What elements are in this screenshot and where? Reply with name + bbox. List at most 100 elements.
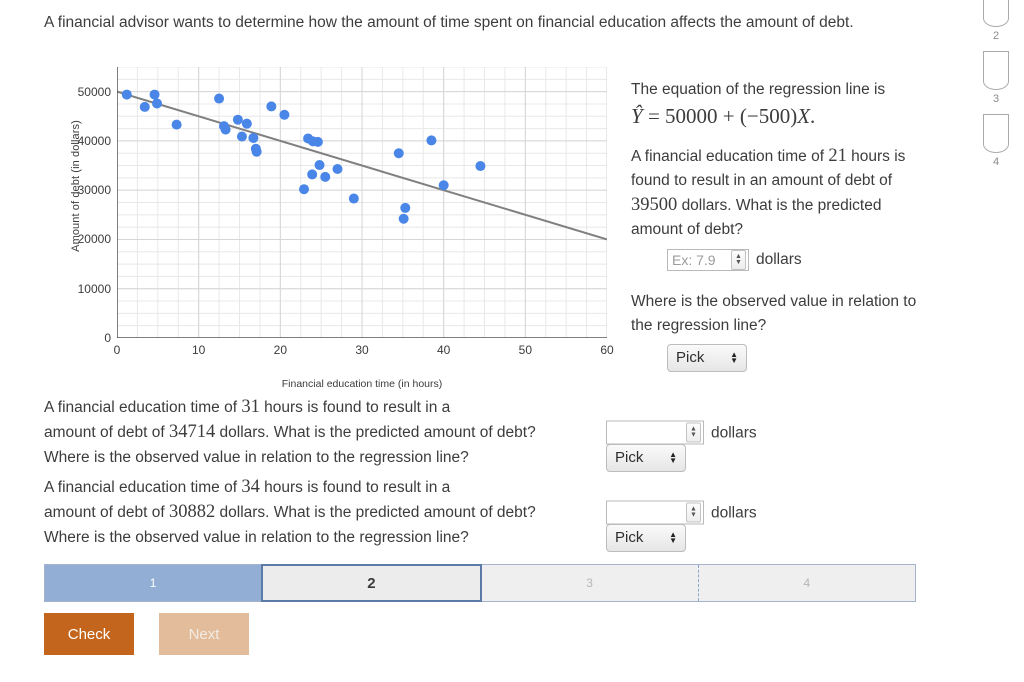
y-tick-label: 40000 [77,133,111,148]
rail-item-4[interactable]: 4 [974,114,1018,168]
data-point [426,135,437,146]
question-3-block: A financial education time of 34 hours i… [44,475,924,552]
question-1-text: A financial education time of 21 hours i… [631,144,931,242]
data-point [314,160,325,171]
data-point [299,184,310,195]
data-point [121,89,132,100]
q2-prefix: A financial education time of [44,399,238,416]
q2-line-2: amount of debt of 34714 dollars. What is… [44,420,924,445]
q3-hours: 34 [241,477,260,497]
y-tick-label: 30000 [77,183,111,198]
plot-svg [117,67,607,338]
progress-segment-2[interactable]: 2 [261,564,482,602]
rail-item-2[interactable]: 2 [974,0,1018,42]
shield-icon [982,51,1010,90]
right-question-panel: The equation of the regression line is Ŷ… [631,78,931,372]
relation-pick-label-2: Pick [615,449,644,466]
regression-equation: Ŷ = 50000 + (−500)X. [631,104,931,128]
scatter-chart: Amount of debt (in dollars) Financial ed… [44,60,614,390]
x-tick-label: 10 [191,343,206,357]
progress-segment-4[interactable]: 4 [697,565,915,601]
data-point [149,89,160,100]
shield-icon [982,0,1010,27]
spinner-icon[interactable]: ▲ ▼ [731,250,746,270]
x-tick-label: 0 [113,343,121,357]
equation-period: . [810,104,816,128]
predicted-debt-input-2[interactable]: ▲ ▼ [606,420,704,445]
q3-line1-suffix: hours is found to result in a [264,479,451,496]
unit-label-2: dollars [711,424,757,441]
progress-segment-1[interactable]: 1 [45,565,262,601]
chevron-updown-icon: ▲ ▼ [669,449,677,465]
progress-bar: 1234 [44,564,916,602]
y-tick-label: 50000 [77,84,111,99]
data-point [171,119,182,130]
action-buttons: Check Next [44,613,249,655]
plot-area: 0 10000 20000 30000 40000 50000 0 10 20 30 40 50 60 [78,67,614,357]
q2-line1-suffix: hours is found to result in a [264,399,451,416]
q3-line2-prefix: amount of debt of [44,504,165,521]
q2-line-1: A financial education time of 31 hours i… [44,395,924,420]
relation-pick-row-1: Pick ▲ ▼ [667,344,931,372]
data-point [248,132,259,143]
q2-relation-question: Where is the observed value in relation … [44,449,469,466]
x-tick-label: 20 [273,343,288,357]
relation-question-1: Where is the observed value in relation … [631,293,917,334]
q3-prefix: A financial education time of [44,479,238,496]
q3-line-1: A financial education time of 34 hours i… [44,475,924,500]
question-2-block: A financial education time of 31 hours i… [44,395,924,472]
relation-pick-select-2[interactable]: Pick ▲ ▼ [606,443,686,472]
q3-line-3: Where is the observed value in relation … [44,523,924,552]
x-axis-title: Financial education time (in hours) [281,378,443,390]
predicted-debt-input-3[interactable]: ▲ ▼ [606,500,704,525]
q3-debt: 30882 [168,502,216,522]
spinner-icon[interactable]: ▲ ▼ [686,502,701,523]
data-point [251,146,262,157]
rail-item-3[interactable]: 3 [974,51,1018,105]
relation-pick-select-1[interactable]: Pick ▲ ▼ [667,344,747,372]
x-tick-label: 30 [355,343,369,357]
data-point [348,193,359,204]
predicted-debt-input-1[interactable]: Ex: 7.9 ▲ ▼ [667,249,749,271]
q3-line-2: amount of debt of 30882 dollars. What is… [44,500,924,525]
q2-line-3: Where is the observed value in relation … [44,443,924,472]
unit-label-1: dollars [756,251,802,268]
shield-icon [982,114,1010,153]
spinner-icon[interactable]: ▲ ▼ [686,422,701,443]
y-tick-label: 0 [104,331,111,345]
relation-pick-label-3: Pick [615,529,644,546]
q1-debt: 39500 [631,195,678,215]
question-rail: 2 3 4 [974,0,1018,177]
relation-pick-select-3[interactable]: Pick ▲ ▼ [606,523,686,552]
q1-hours: 21 [828,146,847,166]
y-tick-label: 10000 [77,281,111,296]
q3-answer-controls: ▲ ▼ dollars [606,500,757,525]
progress-segment-3[interactable]: 3 [481,565,698,601]
equation-plus: + [722,104,735,128]
data-point [307,169,318,180]
data-point [438,180,449,191]
predicted-debt-placeholder-1: Ex: 7.9 [672,252,716,268]
rail-item-label: 2 [992,30,1000,42]
data-point [400,202,411,213]
data-point [308,136,318,147]
q3-line2-suffix: dollars. What is the predicted amount of… [219,504,536,521]
equation-yhat: Ŷ [631,104,643,128]
data-point [139,101,150,112]
data-point [232,114,243,125]
next-button[interactable]: Next [159,613,249,655]
data-point [279,109,290,120]
q1-prefix: A financial education time of [631,148,825,165]
regression-intro: The equation of the regression line is [631,81,886,98]
equation-equals: = [647,104,660,128]
data-point [266,101,277,112]
x-tick-label: 50 [518,343,533,357]
x-tick-label: 40 [436,343,451,357]
data-point [236,131,247,142]
equation-intercept: 50000 [665,104,718,128]
equation-x: X [797,104,811,128]
q2-relation-pick-wrap: Pick ▲ ▼ [606,443,686,472]
rail-item-label: 3 [992,93,1000,105]
check-button[interactable]: Check [44,613,134,655]
q3-relation-pick-wrap: Pick ▲ ▼ [606,523,686,552]
